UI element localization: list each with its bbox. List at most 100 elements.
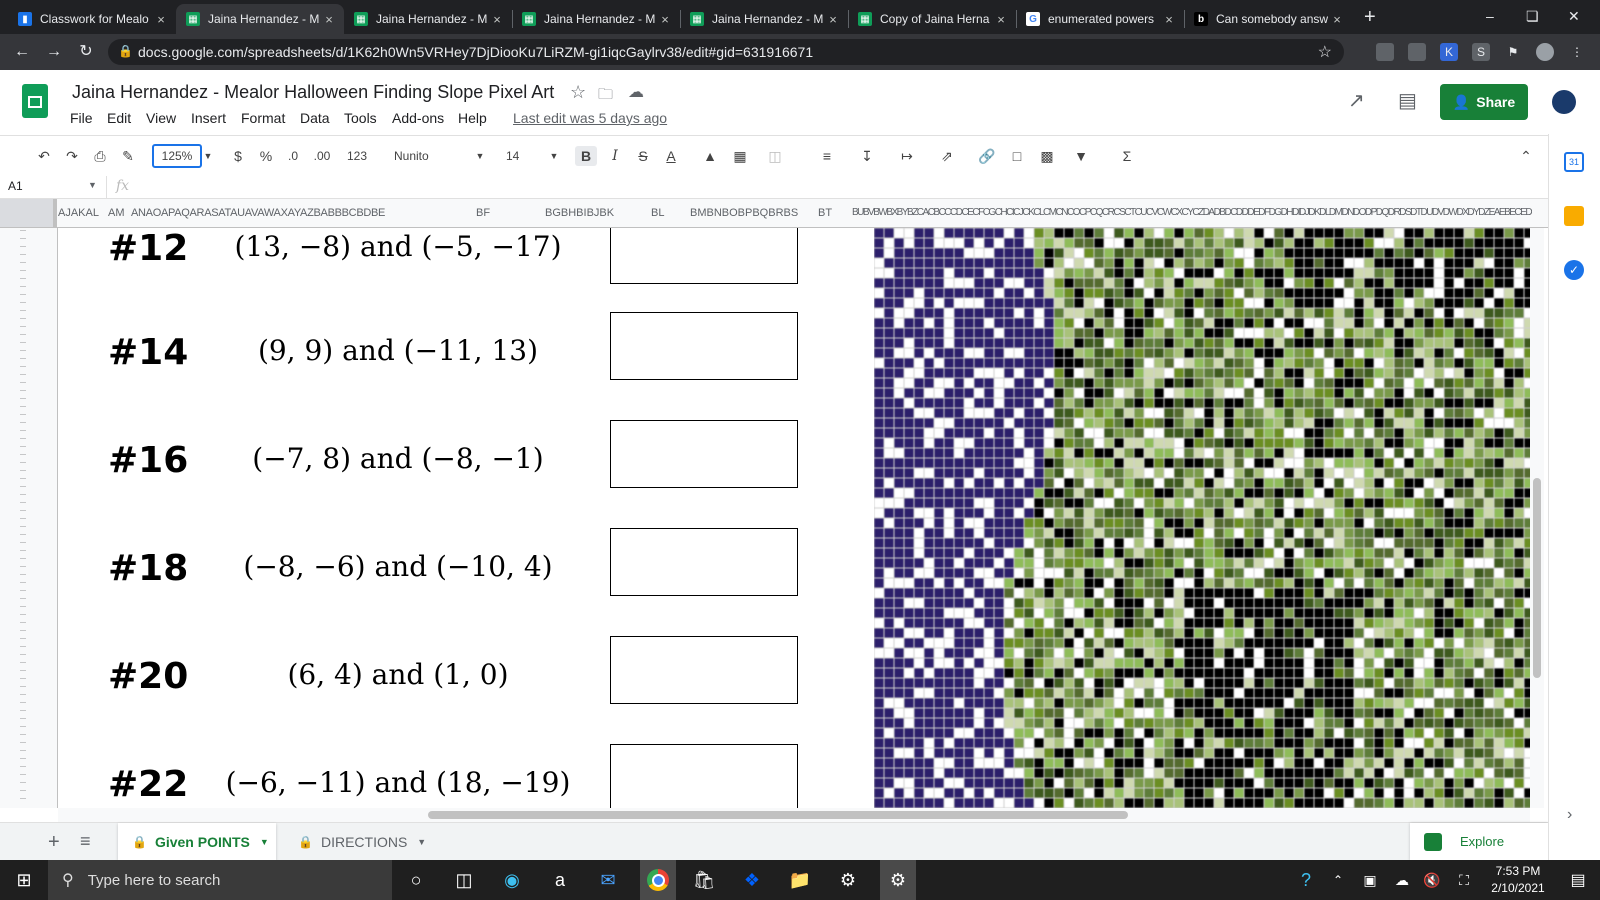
insert-comment-icon[interactable]: □ bbox=[1006, 146, 1028, 166]
row-header[interactable]: — bbox=[20, 364, 26, 370]
edge-icon[interactable]: ◉ bbox=[498, 866, 526, 894]
browser-tab[interactable]: Genumerated powers × bbox=[1016, 4, 1184, 34]
row-header[interactable]: — bbox=[20, 284, 26, 290]
menu-view[interactable]: View bbox=[146, 110, 176, 126]
column-header[interactable]: BF bbox=[476, 207, 490, 219]
extension-s-icon[interactable]: S bbox=[1472, 43, 1490, 61]
fill-color-icon[interactable]: ▲ bbox=[700, 146, 720, 166]
steam-active-icon[interactable]: ⚙ bbox=[880, 860, 916, 900]
close-icon[interactable]: × bbox=[656, 12, 674, 27]
row-header[interactable]: — bbox=[20, 252, 26, 258]
row-header[interactable]: — bbox=[20, 420, 26, 426]
row-header[interactable]: — bbox=[20, 620, 26, 626]
document-title[interactable]: Jaina Hernandez - Mealor Halloween Findi… bbox=[72, 82, 554, 103]
activity-dashboard-icon[interactable]: ↗ bbox=[1348, 88, 1365, 113]
browser-tab[interactable]: ▦ Jaina Hernandez - M × bbox=[680, 4, 848, 34]
row-header[interactable]: — bbox=[20, 700, 26, 706]
puzzle-icon[interactable]: ⚑ bbox=[1504, 43, 1522, 61]
italic-button[interactable]: I bbox=[605, 146, 625, 166]
name-box[interactable]: A1 bbox=[8, 179, 96, 193]
minimize-icon[interactable]: – bbox=[1486, 8, 1494, 24]
volume-muted-icon[interactable]: 🔇 bbox=[1418, 866, 1446, 894]
row-header[interactable]: — bbox=[20, 380, 26, 386]
column-header[interactable]: AM bbox=[108, 207, 125, 219]
restore-icon[interactable]: ❏ bbox=[1526, 8, 1539, 25]
column-header[interactable]: BGBHBIBJBK bbox=[545, 207, 625, 219]
answer-box[interactable] bbox=[610, 744, 798, 808]
row-header[interactable]: — bbox=[20, 452, 26, 458]
extension-k-icon[interactable]: K bbox=[1440, 43, 1458, 61]
row-header[interactable]: — bbox=[20, 236, 26, 242]
scrollbar-thumb[interactable] bbox=[428, 811, 1128, 819]
menu-file[interactable]: File bbox=[70, 110, 93, 126]
horizontal-scrollbar[interactable] bbox=[58, 808, 1530, 822]
row-header[interactable]: — bbox=[20, 532, 26, 538]
chevron-down-icon[interactable]: ▼ bbox=[474, 146, 486, 166]
row-header[interactable]: — bbox=[20, 796, 26, 802]
column-header[interactable]: ANAOAPAQARASATAUAVAWAXAYAZBABBBCBDBE bbox=[131, 207, 419, 219]
row-header[interactable]: — bbox=[20, 756, 26, 762]
row-header[interactable]: — bbox=[20, 332, 26, 338]
row-header[interactable]: — bbox=[20, 340, 26, 346]
menu-insert[interactable]: Insert bbox=[191, 110, 226, 126]
column-header[interactable]: AJAKAL bbox=[58, 207, 106, 219]
row-header[interactable]: — bbox=[20, 772, 26, 778]
sheet-grid[interactable]: #12 (13, −8) and (−5, −17) #14 (9, 9) an… bbox=[58, 228, 1530, 808]
windows-start-icon[interactable]: ⊞ bbox=[10, 866, 38, 894]
profile-avatar[interactable] bbox=[1536, 43, 1554, 61]
text-rotation-icon[interactable]: ⇗ bbox=[932, 146, 962, 166]
chevron-down-icon[interactable]: ▼ bbox=[417, 837, 426, 847]
menu-edit[interactable]: Edit bbox=[107, 110, 131, 126]
menu-tools[interactable]: Tools bbox=[344, 110, 377, 126]
row-header[interactable]: — bbox=[20, 524, 26, 530]
browser-tab[interactable]: b Can somebody answ × bbox=[1184, 4, 1352, 34]
store-icon[interactable]: 🛍 bbox=[690, 866, 718, 894]
more-icon[interactable]: ⋮ bbox=[1568, 43, 1586, 61]
column-header[interactable]: BMBNBOBPBQBRBS bbox=[690, 207, 805, 219]
row-header[interactable]: — bbox=[20, 396, 26, 402]
row-header[interactable]: — bbox=[20, 404, 26, 410]
row-header[interactable]: — bbox=[20, 684, 26, 690]
row-header[interactable]: — bbox=[20, 348, 26, 354]
steam-icon[interactable]: ⚙ bbox=[834, 866, 862, 894]
row-header[interactable]: — bbox=[20, 660, 26, 666]
sheet-tab-directions[interactable]: 🔒 DIRECTIONS ▼ bbox=[292, 823, 442, 861]
browser-tab[interactable]: ▮ Classwork for Mealo × bbox=[8, 4, 176, 34]
row-header[interactable]: — bbox=[20, 500, 26, 506]
vertical-scrollbar[interactable] bbox=[1530, 228, 1544, 808]
help-icon[interactable]: ? bbox=[1292, 866, 1320, 894]
row-header[interactable]: — bbox=[20, 708, 26, 714]
dropbox-icon[interactable]: ❖ bbox=[738, 866, 766, 894]
forward-icon[interactable]: → bbox=[44, 42, 64, 62]
row-header[interactable]: — bbox=[20, 484, 26, 490]
close-icon[interactable]: × bbox=[488, 12, 506, 27]
row-header[interactable]: — bbox=[20, 412, 26, 418]
row-header[interactable]: — bbox=[20, 636, 26, 642]
row-header[interactable]: — bbox=[20, 556, 26, 562]
row-header[interactable]: — bbox=[20, 564, 26, 570]
menu-addons[interactable]: Add-ons bbox=[392, 110, 444, 126]
browser-tab[interactable]: ▦ Copy of Jaina Herna × bbox=[848, 4, 1016, 34]
row-header[interactable]: — bbox=[20, 548, 26, 554]
column-header[interactable]: BT bbox=[818, 207, 832, 219]
cortana-icon[interactable]: ○ bbox=[402, 866, 430, 894]
formula-input[interactable] bbox=[146, 176, 1526, 198]
currency-format-button[interactable]: $ bbox=[230, 146, 246, 166]
percent-format-button[interactable]: % bbox=[258, 146, 274, 166]
file-explorer-icon[interactable]: 📁 bbox=[786, 866, 814, 894]
meet-now-icon[interactable]: ▣ bbox=[1356, 866, 1384, 894]
chevron-up-icon[interactable]: ⌃ bbox=[1324, 866, 1352, 894]
chevron-down-icon[interactable]: ▼ bbox=[260, 837, 269, 847]
menu-format[interactable]: Format bbox=[241, 110, 285, 126]
row-header[interactable]: — bbox=[20, 260, 26, 266]
collapse-toolbar-icon[interactable]: ⌃ bbox=[1516, 146, 1536, 166]
chevron-down-icon[interactable]: ▼ bbox=[88, 180, 97, 190]
browser-tab[interactable]: ▦ Jaina Hernandez - M × bbox=[512, 4, 680, 34]
amazon-icon[interactable]: a bbox=[546, 866, 574, 894]
insert-chart-icon[interactable]: ▩ bbox=[1036, 146, 1058, 166]
share-button[interactable]: 👤 Share bbox=[1440, 84, 1528, 120]
mail-icon[interactable]: ✉ bbox=[594, 866, 622, 894]
row-header[interactable]: — bbox=[20, 356, 26, 362]
row-header[interactable]: — bbox=[20, 692, 26, 698]
row-header[interactable]: — bbox=[20, 428, 26, 434]
